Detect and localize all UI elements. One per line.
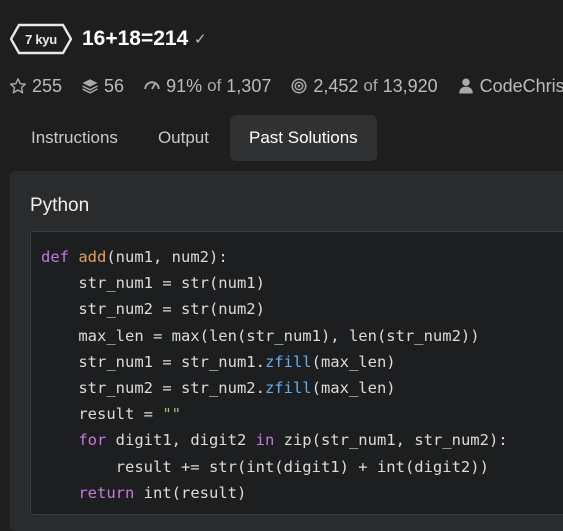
tab-instructions[interactable]: Instructions — [12, 115, 137, 161]
collections-stat[interactable]: 56 — [80, 76, 124, 97]
code-line: max_len = max(len(str_num1), len(str_num… — [41, 326, 480, 345]
code-line: def add(num1, num2): — [41, 248, 228, 266]
star-icon — [8, 76, 28, 96]
stars-count: 255 — [32, 75, 63, 96]
code-line: str_num1 = str(num1) — [41, 274, 265, 293]
collections-count: 56 — [104, 75, 125, 96]
language-heading: Python — [30, 195, 90, 216]
completed-of: of — [363, 76, 378, 95]
code-line: str_num1 = str_num1.zfill(max_len) — [41, 352, 396, 371]
satisfaction-total: 1,307 — [226, 75, 272, 96]
code-line: result += str(int(digit1) + int(digit2)) — [41, 457, 489, 476]
kata-tabs: Instructions Output Past Solutions — [12, 115, 379, 161]
code-line: str_num2 = str_num2.zfill(max_len) — [41, 378, 396, 397]
target-icon — [289, 76, 309, 96]
past-solutions-panel: Python def add(num1, num2): str_num1 = s… — [10, 171, 563, 531]
code-block[interactable]: def add(num1, num2): str_num1 = str(num1… — [30, 231, 563, 515]
author-stat[interactable]: CodeChrisB — [456, 76, 563, 97]
stars-stat[interactable]: 255 — [8, 76, 62, 97]
kata-title: 16+18=214 — [82, 27, 189, 50]
code-line: for digit1, digit2 in zip(str_num1, str_… — [78, 431, 508, 450]
satisfaction-percent: 91% — [166, 75, 203, 96]
gauge-icon — [142, 76, 162, 96]
kyu-rank-badge: 7 kyu — [10, 23, 72, 55]
completed-total: 13,920 — [382, 75, 438, 96]
kyu-label: 7 kyu — [25, 31, 57, 47]
tab-output[interactable]: Output — [139, 115, 228, 161]
author-name[interactable]: CodeChrisB — [480, 76, 563, 97]
tab-past-solutions[interactable]: Past Solutions — [229, 115, 377, 161]
completed-stat: 2,452 of 13,920 — [289, 75, 438, 97]
kata-stats: 255 56 91% of 1,307 2,452 of 13,920 Code… — [8, 73, 563, 99]
code-line: return int(result) — [78, 483, 247, 502]
layers-icon — [80, 76, 100, 96]
kata-header: 7 kyu 16+18=214 ✓ 255 56 91% of 1,307 2,… — [0, 0, 563, 96]
satisfaction-of: of — [207, 76, 222, 95]
code-line: result = "" — [41, 405, 181, 424]
check-icon: ✓ — [194, 31, 207, 48]
code-line: str_num2 = str(num2) — [41, 300, 265, 319]
completed-count: 2,452 — [313, 75, 359, 96]
user-icon — [456, 76, 476, 96]
satisfaction-stat: 91% of 1,307 — [142, 76, 271, 97]
solution-code[interactable]: def add(num1, num2): str_num1 = str(num1… — [41, 244, 563, 506]
